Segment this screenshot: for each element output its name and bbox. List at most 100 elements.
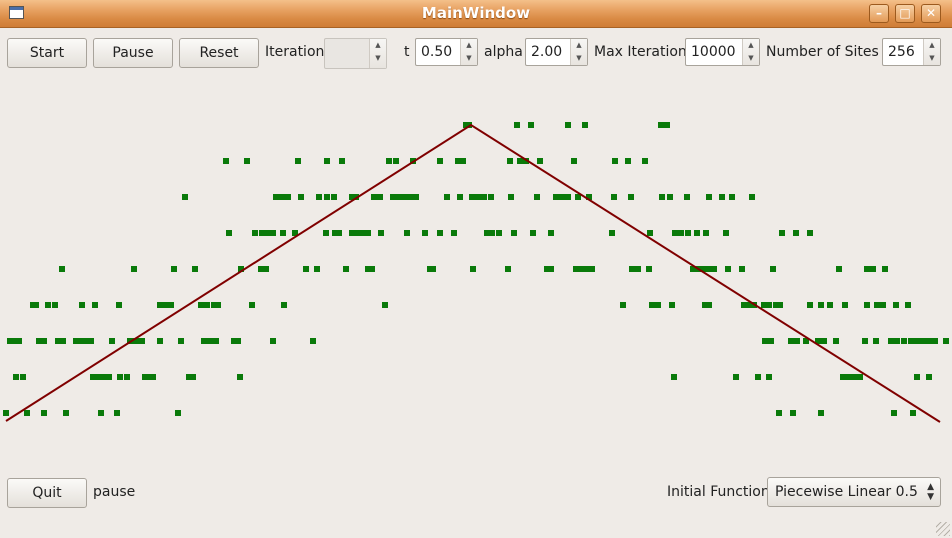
site-dot bbox=[475, 194, 481, 200]
initial-function-select[interactable]: Piecewise Linear 0.5 ▲ ▼ bbox=[767, 477, 941, 507]
site-dot bbox=[888, 338, 894, 344]
site-dot bbox=[496, 230, 502, 236]
site-dot bbox=[79, 302, 85, 308]
site-dot bbox=[213, 338, 219, 344]
down-arrow-icon: ▼ bbox=[466, 54, 472, 62]
site-dot bbox=[719, 194, 725, 200]
site-dot bbox=[733, 374, 739, 380]
site-dot bbox=[658, 122, 664, 128]
site-dot bbox=[336, 230, 342, 236]
up-arrow-icon: ▲ bbox=[576, 41, 582, 49]
simulation-canvas[interactable] bbox=[0, 72, 952, 472]
quit-button[interactable]: Quit bbox=[7, 478, 87, 508]
site-dot bbox=[298, 194, 304, 200]
site-dot bbox=[706, 194, 712, 200]
site-dot bbox=[264, 230, 270, 236]
site-dot bbox=[818, 302, 824, 308]
site-dot bbox=[788, 338, 794, 344]
site-dot bbox=[908, 338, 914, 344]
site-dot bbox=[894, 338, 900, 344]
site-dot bbox=[528, 122, 534, 128]
down-arrow-icon: ▼ bbox=[748, 54, 754, 62]
site-dot bbox=[382, 302, 388, 308]
site-dot bbox=[402, 194, 408, 200]
site-dot bbox=[625, 158, 631, 164]
site-dot bbox=[671, 374, 677, 380]
site-dot bbox=[396, 194, 402, 200]
site-dot bbox=[629, 266, 635, 272]
site-dot bbox=[13, 374, 19, 380]
site-dot bbox=[821, 338, 827, 344]
start-button[interactable]: Start bbox=[7, 38, 87, 68]
site-dot bbox=[818, 410, 824, 416]
alpha-stepper[interactable]: ▲ ▼ bbox=[570, 39, 587, 65]
window-title: MainWindow bbox=[421, 4, 531, 22]
site-dot bbox=[457, 194, 463, 200]
site-dot bbox=[779, 230, 785, 236]
site-dot bbox=[537, 158, 543, 164]
t-spinbox[interactable]: 0.50 ▲ ▼ bbox=[415, 38, 478, 66]
site-dot bbox=[470, 266, 476, 272]
reset-button[interactable]: Reset bbox=[179, 38, 259, 68]
site-dot bbox=[92, 302, 98, 308]
site-dot bbox=[310, 338, 316, 344]
site-dot bbox=[33, 302, 39, 308]
site-dot bbox=[891, 410, 897, 416]
site-dot bbox=[404, 230, 410, 236]
number-of-sites-spinbox[interactable]: 256 ▲ ▼ bbox=[882, 38, 941, 66]
site-dot bbox=[273, 194, 279, 200]
number-of-sites-stepper[interactable]: ▲ ▼ bbox=[923, 39, 940, 65]
alpha-spinbox[interactable]: 2.00 ▲ ▼ bbox=[525, 38, 588, 66]
site-dot bbox=[88, 338, 94, 344]
site-dot bbox=[864, 302, 870, 308]
site-dot bbox=[437, 230, 443, 236]
site-dot bbox=[77, 338, 83, 344]
site-dot bbox=[766, 302, 772, 308]
maximize-button[interactable]: □ bbox=[895, 4, 915, 23]
site-dot bbox=[862, 338, 868, 344]
site-dot bbox=[842, 302, 848, 308]
site-dot bbox=[237, 374, 243, 380]
site-dot bbox=[794, 338, 800, 344]
site-dot bbox=[98, 410, 104, 416]
up-arrow-icon: ▲ bbox=[375, 41, 381, 49]
minimize-button[interactable]: – bbox=[869, 4, 889, 23]
close-button[interactable]: ✕ bbox=[921, 4, 941, 23]
site-dot bbox=[249, 302, 255, 308]
site-dot bbox=[444, 194, 450, 200]
site-dot bbox=[280, 230, 286, 236]
site-dot bbox=[612, 158, 618, 164]
site-dot bbox=[770, 266, 776, 272]
site-dot bbox=[422, 230, 428, 236]
site-dot bbox=[620, 302, 626, 308]
site-dot bbox=[932, 338, 938, 344]
site-dot bbox=[511, 230, 517, 236]
site-dot bbox=[204, 302, 210, 308]
alpha-value: 2.00 bbox=[531, 44, 563, 60]
resize-grip[interactable] bbox=[936, 522, 950, 536]
site-dot bbox=[807, 302, 813, 308]
site-dot bbox=[517, 158, 523, 164]
site-dot bbox=[706, 302, 712, 308]
iteration-spinbox[interactable]: ▲ ▼ bbox=[324, 38, 387, 69]
site-dot bbox=[285, 194, 291, 200]
max-iteration-stepper[interactable]: ▲ ▼ bbox=[742, 39, 759, 65]
site-dot bbox=[460, 158, 466, 164]
site-dot bbox=[565, 122, 571, 128]
max-iteration-spinbox[interactable]: 10000 ▲ ▼ bbox=[685, 38, 760, 66]
site-dot bbox=[41, 338, 47, 344]
site-dot bbox=[723, 230, 729, 236]
site-dot bbox=[157, 338, 163, 344]
pause-button[interactable]: Pause bbox=[93, 38, 173, 68]
site-dot bbox=[263, 266, 269, 272]
site-dot bbox=[559, 194, 565, 200]
site-dot bbox=[711, 266, 717, 272]
title-bar[interactable]: MainWindow – □ ✕ bbox=[0, 0, 952, 28]
site-dot bbox=[182, 194, 188, 200]
site-dot bbox=[63, 410, 69, 416]
t-stepper[interactable]: ▲ ▼ bbox=[460, 39, 477, 65]
site-dot bbox=[655, 302, 661, 308]
site-dot bbox=[530, 230, 536, 236]
site-dot bbox=[52, 302, 58, 308]
iteration-stepper[interactable]: ▲ ▼ bbox=[369, 39, 386, 68]
